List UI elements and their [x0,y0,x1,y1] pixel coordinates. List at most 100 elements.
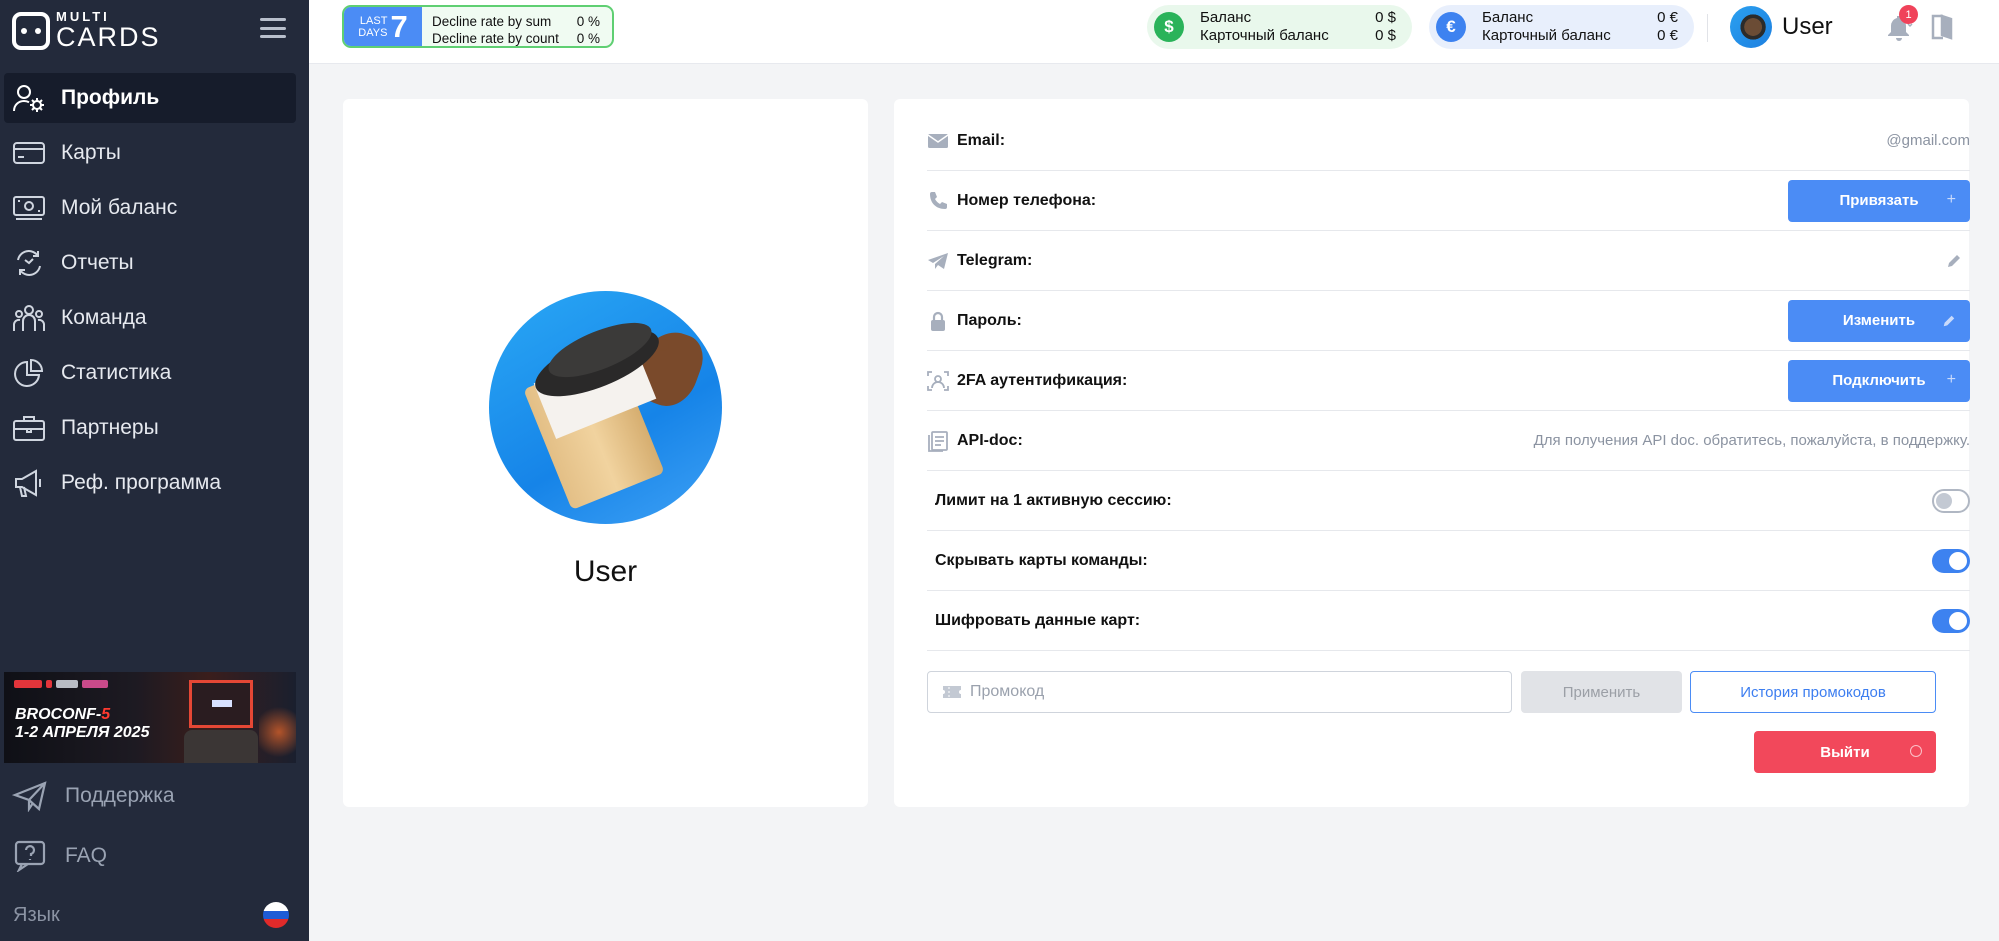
sidebar-item-label: Мой баланс [61,196,178,219]
sidebar-item-label: Карты [61,141,121,164]
card-icon [13,142,45,164]
plus-icon: + [1946,190,1956,208]
telegram-icon [928,252,948,269]
faq-link[interactable]: FAQ [12,840,107,872]
team-icon [13,305,45,331]
sidebar-item-label: Профиль [61,86,160,109]
mail-icon [927,133,949,148]
banner-monitor-illustration [189,680,253,728]
language-label: Язык [13,903,60,926]
banner-title: BROCONF-5 1-2 АПРЕЛЯ 2025 [15,706,150,741]
avatar [1730,6,1772,48]
promo-history-button[interactable]: История промокодов [1690,671,1936,713]
last-days-value: 7 [390,8,408,44]
menu-toggle-icon[interactable] [260,18,286,38]
apply-promo-button[interactable]: Применить [1521,671,1682,713]
user-name: User [1782,13,1833,40]
twofa-label: 2FA аутентификация: [957,371,1128,389]
phone-row: Номер телефона: Привязать + [927,171,1970,231]
lock-icon [931,311,945,331]
reports-icon [17,250,41,276]
card-balance-label: Карточный баланс [1200,27,1329,44]
settings-card: Email: @gmail.com Номер телефона: Привяз… [894,99,1970,807]
profile-avatar[interactable] [489,291,722,524]
telegram-label: Telegram: [957,251,1033,269]
sidebar-item-team[interactable]: Команда [4,293,296,343]
edit-telegram-icon[interactable] [1946,253,1962,269]
balance-value: 0 € [1657,9,1678,26]
exit-icon[interactable] [1928,12,1958,42]
logo[interactable]: MULTI CARDS [12,10,161,51]
email-label: Email: [957,131,1006,149]
telegram-row: Telegram: [927,231,1970,291]
plus-icon: + [1946,370,1956,388]
user-menu[interactable]: User [1730,6,1833,48]
sidebar-item-balance[interactable]: Мой баланс [4,183,296,233]
dollar-icon: $ [1154,12,1184,42]
hide-team-cards-row: Скрывать карты команды: [927,531,1970,591]
megaphone-icon [15,469,41,497]
balance-label: Баланс [1482,9,1534,26]
hide-team-cards-toggle[interactable] [1932,548,1970,573]
language-switcher[interactable]: Язык [13,902,289,928]
session-limit-toggle[interactable] [1932,488,1970,513]
profile-gear-icon [13,85,44,112]
sidebar-item-profile[interactable]: Профиль [4,73,296,123]
support-label: Поддержка [65,784,175,807]
sidebar-nav: Профиль Карты Мой баланс Отчеты Команда … [4,73,296,513]
decline-rate-count: Decline rate by count 0 % [432,31,600,46]
card-balance-label: Карточный баланс [1482,27,1611,44]
promo-banner[interactable]: BROCONF-5 1-2 АПРЕЛЯ 2025 [4,672,296,763]
support-link[interactable]: Поддержка [12,780,175,812]
email-value: @gmail.com [1886,132,1970,149]
balance-value: 0 $ [1375,9,1396,26]
document-icon [928,430,948,452]
pencil-icon [1943,315,1955,326]
hide-team-cards-label: Скрывать карты команды: [935,551,1148,569]
sidebar-item-label: Команда [61,306,147,329]
balance-eur-widget[interactable]: € Баланс 0 € Карточный баланс 0 € [1429,5,1694,49]
card-balance-value: 0 $ [1375,27,1396,44]
promo-code-input[interactable]: Промокод [927,671,1512,713]
decline-rate-widget[interactable]: LAST DAYS 7 Decline rate by sum 0 % Decli… [342,5,614,48]
password-label: Пароль: [957,311,1022,329]
encrypt-cards-label: Шифровать данные карт: [935,611,1141,629]
briefcase-icon [13,416,45,441]
session-limit-label: Лимит на 1 активную сессию: [935,491,1172,509]
password-row: Пароль: Изменить [927,291,1970,351]
encrypt-cards-toggle[interactable] [1932,608,1970,633]
decline-rate-sum: Decline rate by sum 0 % [432,14,600,29]
connect-2fa-button[interactable]: Подключить + [1788,359,1970,402]
sidebar-item-referral[interactable]: Реф. программа [4,458,296,508]
api-doc-note: Для получения API doc. обратитесь, пожал… [1533,432,1970,449]
balance-icon [13,196,45,220]
power-icon [1910,745,1922,757]
sidebar-item-partners[interactable]: Партнеры [4,403,296,453]
balance-usd-widget[interactable]: $ Баланс 0 $ Карточный баланс 0 $ [1147,5,1412,49]
euro-icon: € [1436,12,1466,42]
bind-phone-button[interactable]: Привязать + [1788,179,1970,222]
ticket-icon [943,686,961,698]
logo-mark-icon [12,11,50,50]
balance-label: Баланс [1200,9,1252,26]
sidebar-item-label: Статистика [61,361,172,384]
sidebar-item-reports[interactable]: Отчеты [4,238,296,288]
russia-flag-icon[interactable] [263,902,289,928]
send-icon [12,781,47,812]
sidebar-item-statistics[interactable]: Статистика [4,348,296,398]
face-scan-icon [927,370,949,391]
api-doc-label: API-doc: [957,431,1023,449]
session-limit-row: Лимит на 1 активную сессию: [927,471,1970,531]
faq-icon [14,840,46,872]
divider [1707,14,1708,42]
promo-placeholder: Промокод [970,683,1045,700]
logout-button[interactable]: Выйти [1754,731,1936,773]
sidebar-item-cards[interactable]: Карты [4,128,296,178]
phone-icon [930,191,947,209]
email-row: Email: @gmail.com [927,111,1970,171]
change-password-button[interactable]: Изменить [1788,299,1970,342]
pie-chart-icon [14,358,44,387]
sidebar-item-label: Реф. программа [61,471,222,494]
faq-label: FAQ [65,844,108,867]
profile-card: User [343,99,868,807]
